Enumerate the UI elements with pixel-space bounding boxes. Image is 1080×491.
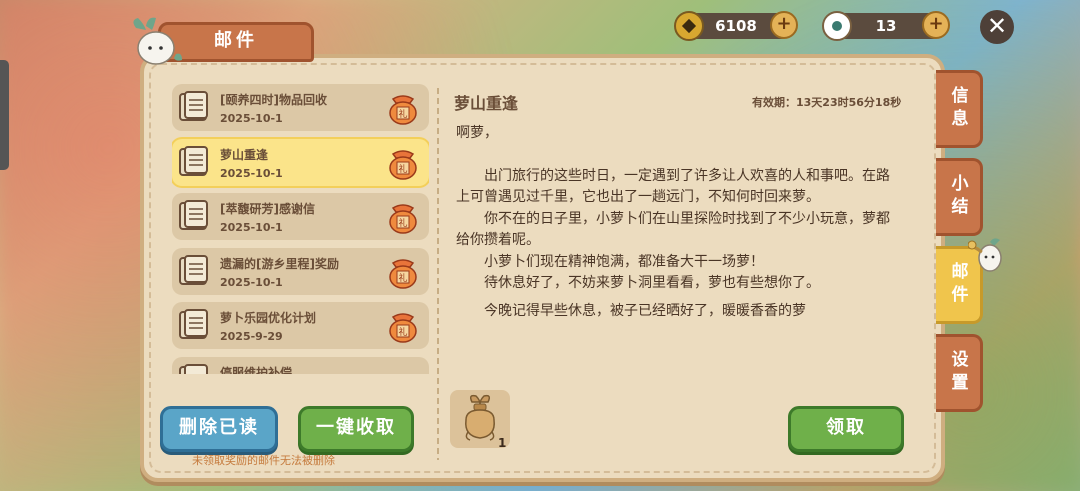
radish-tab-mascot-icon: [968, 238, 1002, 272]
letter-paragraph: 你不在的日子里，小萝卜们在山里探险时找到了不少小玩意，萝都给你攒着呢。: [456, 210, 890, 249]
letter-paragraph: 待休息好了，不妨来萝卜洞里看看，萝也有些想你了。: [484, 275, 820, 291]
mail-title: 停服维护补偿: [220, 365, 293, 375]
letter-greeting: 啊萝，: [456, 125, 498, 141]
mail-date: 2025-9-29: [220, 330, 283, 343]
mail-title: [颐养四时]物品回收: [220, 93, 327, 107]
gift-bag-icon: 礼: [389, 149, 417, 180]
gift-bag-icon: 礼: [389, 204, 417, 234]
list-item[interactable]: 萝卜乐园优化计划 2025-9-29 礼: [172, 302, 429, 349]
edge-handle[interactable]: [0, 60, 9, 170]
add-coins-button[interactable]: +: [770, 11, 798, 39]
coin-counter: 6108 +: [674, 11, 798, 41]
mail-list[interactable]: [颐养四时]物品回收 2025-10-1 礼 萝山重逢 2025-10-1 礼 …: [172, 84, 429, 374]
letter-icon: [179, 363, 208, 374]
gift-bag-icon: 礼: [389, 95, 417, 125]
reward-count: 1: [498, 436, 507, 450]
coin-amount: 6108: [715, 17, 757, 35]
letter-paragraph: 出门旅行的这些时日，一定遇到了许多让人欢喜的人和事吧。在路上可曾遇见过千里，它也…: [456, 167, 890, 206]
radish-mascot-icon: [133, 17, 182, 65]
letter-title: 萝山重逢: [454, 94, 519, 113]
mail-title: 遗漏的[游乡里程]奖励: [220, 256, 339, 271]
gem-amount: 13: [875, 17, 897, 35]
list-item[interactable]: [萃馥研芳]感谢信 2025-10-1 礼: [172, 193, 429, 240]
gift-bag-icon: 礼: [389, 258, 417, 289]
letter-icon: [179, 200, 208, 230]
mail-title: 萝山重逢: [220, 147, 269, 162]
validity-timer: 有效期：13天23时56分18秒: [752, 96, 902, 109]
tab-label: 信息: [947, 86, 968, 132]
mail-title: [萃馥研芳]感谢信: [220, 202, 315, 216]
mail-title: 萝卜乐园优化计划: [220, 311, 317, 325]
tab-label: 小结: [947, 174, 968, 220]
tab-settings[interactable]: 设置: [936, 334, 983, 412]
mail-date: 2025-10-1: [220, 112, 283, 125]
delete-read-button[interactable]: 删除已读: [160, 406, 278, 452]
gem-counter: 13 +: [822, 11, 950, 41]
collect-all-button[interactable]: 一键收取: [298, 406, 414, 452]
tab-label: 邮件: [947, 262, 968, 308]
divider: [437, 88, 439, 460]
list-item[interactable]: 停服维护补偿: [172, 356, 429, 375]
letter-icon: [179, 254, 208, 285]
letter-paragraph: 今晚记得早些休息，被子已经晒好了，暖暖香香的萝: [484, 302, 806, 319]
gift-bag-icon: 礼: [389, 313, 417, 343]
tab-info[interactable]: 信息: [936, 70, 983, 148]
svg-text:礼: 礼: [398, 217, 407, 229]
gift-bag-icon: [400, 373, 406, 374]
list-item[interactable]: 萝山重逢 2025-10-1 礼: [172, 138, 429, 186]
letter-icon: [179, 309, 208, 339]
svg-text:礼: 礼: [398, 326, 407, 338]
claim-button[interactable]: 领取: [788, 406, 904, 452]
list-item[interactable]: [颐养四时]物品回收 2025-10-1 礼: [172, 84, 429, 131]
letter-icon: [179, 145, 208, 176]
mail-date: 2025-10-1: [220, 275, 283, 289]
close-button[interactable]: ✕: [980, 10, 1014, 44]
list-item[interactable]: 遗漏的[游乡里程]奖励 2025-10-1 礼: [172, 247, 429, 295]
mail-date: 2025-10-1: [220, 221, 283, 234]
svg-text:礼: 礼: [398, 108, 407, 120]
tab-summary[interactable]: 小结: [936, 158, 983, 236]
letter-body[interactable]: 啊萝， 出门旅行的这些时日，一定遇到了许多让人欢喜的人和事吧。在路上可曾遇见过千…: [456, 123, 896, 377]
gem-icon: [822, 11, 852, 41]
coin-icon: [674, 11, 704, 41]
svg-text:礼: 礼: [398, 163, 407, 175]
svg-text:礼: 礼: [398, 272, 407, 284]
delete-hint: 未领取奖励的邮件无法被删除: [192, 454, 335, 467]
tab-label: 设置: [947, 350, 968, 396]
mail-date: 2025-10-1: [220, 166, 283, 180]
letter-paragraph: 小萝卜们现在精神饱满，都准备大干一场萝！: [484, 253, 764, 270]
letter-icon: [179, 91, 208, 121]
add-gems-button[interactable]: +: [922, 11, 950, 39]
